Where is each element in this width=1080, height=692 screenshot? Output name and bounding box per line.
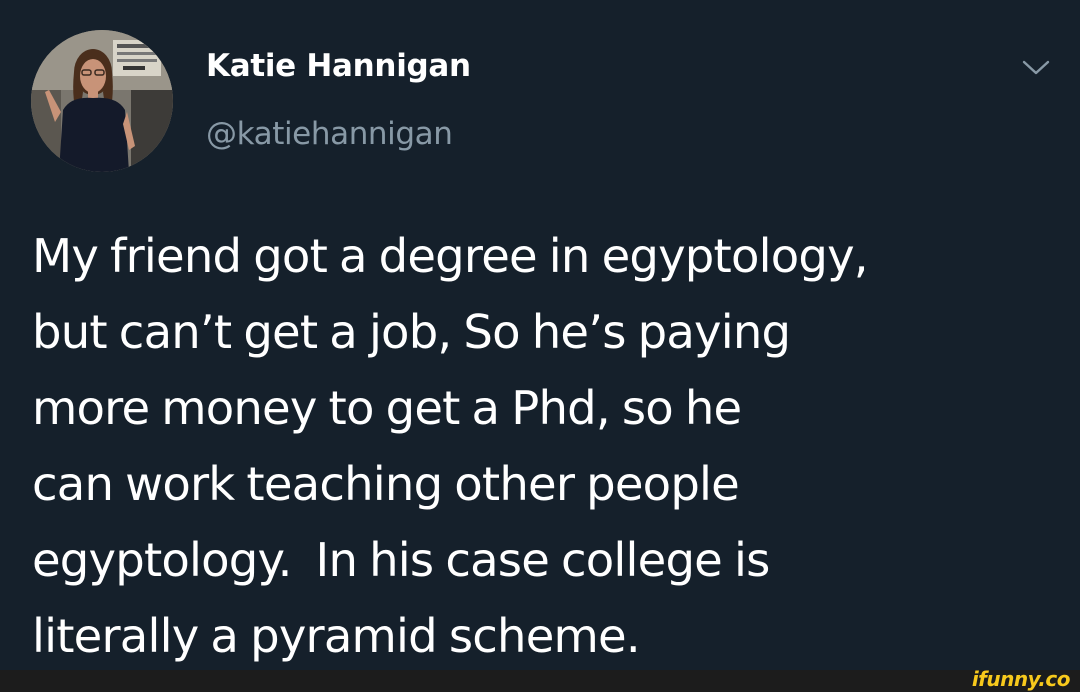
tweet-text-line: literally a pyramid scheme.: [32, 609, 641, 663]
tweet-text-line: egyptology. In his case college is: [32, 533, 770, 587]
tweet-text: My friend got a degree in egyptology, bu…: [32, 218, 1072, 674]
tweet-text-line: can work teaching other people: [32, 457, 740, 511]
tweet-text-line: but can’t get a job, So he’s paying: [32, 305, 791, 359]
user-handle[interactable]: @katiehannigan: [206, 116, 453, 152]
chevron-down-icon[interactable]: [1018, 56, 1054, 80]
avatar-photo: [31, 30, 173, 172]
ifunny-watermark: ifunny.co: [971, 667, 1071, 691]
watermark-bar: ifunny.co: [0, 667, 1080, 692]
tweet-text-line: more money to get a Phd, so he: [32, 381, 742, 435]
avatar[interactable]: [31, 30, 173, 172]
tweet-text-line: My friend got a degree in egyptology,: [32, 229, 869, 283]
display-name[interactable]: Katie Hannigan: [206, 48, 471, 84]
